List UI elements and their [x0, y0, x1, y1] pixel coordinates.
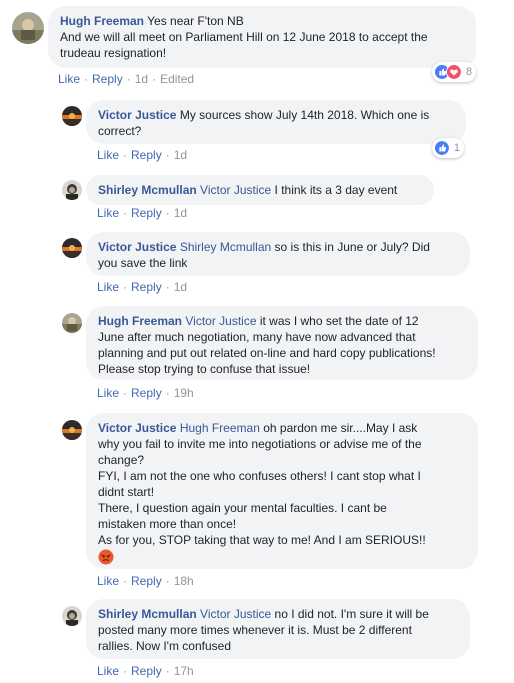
comment-text-line: change? — [98, 453, 145, 467]
edited-label[interactable]: Edited — [160, 72, 194, 86]
avatar-victor-justice[interactable] — [62, 420, 82, 440]
like-button[interactable]: Like — [97, 386, 119, 400]
reaction-summary[interactable]: 8 — [432, 62, 476, 82]
comment-author[interactable]: Victor Justice — [98, 108, 176, 122]
comment-author[interactable]: Victor Justice — [98, 421, 176, 435]
comment-author[interactable]: Shirley Mcmullan — [98, 607, 197, 621]
comment-actions: Like · Reply · 1d — [97, 280, 188, 294]
comment-text-line: Please stop trying to confuse that issue… — [98, 362, 311, 376]
like-button[interactable]: Like — [97, 206, 119, 220]
reply-button[interactable]: Reply — [92, 72, 123, 86]
like-button[interactable]: Like — [97, 148, 119, 162]
comment-actions: Like · Reply · 19h — [97, 386, 194, 400]
mention-link[interactable]: Victor Justice — [200, 183, 271, 197]
comment-author[interactable]: Victor Justice — [98, 240, 176, 254]
comment-bubble: Shirley Mcmullan Victor Justice I think … — [86, 175, 434, 205]
comment-timestamp[interactable]: 1d — [174, 280, 187, 294]
like-reaction-icon — [434, 140, 450, 156]
comment-text-line: mistaken more than once! — [98, 517, 237, 531]
reply-button[interactable]: Reply — [131, 386, 162, 400]
comment-timestamp[interactable]: 19h — [174, 386, 194, 400]
comment-bubble: Victor Justice Shirley Mcmullan so is th… — [86, 232, 470, 276]
comment-text-line: rallies. Now I'm confused — [98, 639, 232, 653]
comment-text-line: June after much negotiation, many have n… — [98, 330, 416, 344]
reaction-summary[interactable]: 1 — [432, 138, 464, 158]
comment-author[interactable]: Shirley Mcmullan — [98, 183, 197, 197]
comment-text-line: trudeau resignation! — [60, 46, 167, 60]
mention-link[interactable]: Hugh Freeman — [180, 421, 260, 435]
comment-bubble: Hugh Freeman Yes near F'ton NB And we wi… — [48, 6, 476, 68]
comment-text-line: no I did not. I'm sure it will be — [274, 607, 429, 621]
love-reaction-icon — [445, 64, 462, 80]
comment-timestamp[interactable]: 18h — [174, 574, 194, 588]
comment-actions: Like · Reply · 1d — [97, 206, 188, 220]
comment-timestamp[interactable]: 1d — [174, 206, 187, 220]
like-button[interactable]: Like — [58, 72, 80, 86]
comment-text-line: posted many more times whenever it is. M… — [98, 623, 412, 637]
comment-timestamp[interactable]: 1d — [135, 72, 148, 86]
comment-author[interactable]: Hugh Freeman — [98, 314, 182, 328]
comment-actions: Like · Reply · 18h — [97, 574, 194, 588]
comment-text-line: Yes near F'ton NB — [147, 14, 244, 28]
comment-timestamp[interactable]: 1d — [174, 148, 187, 162]
comment-text-line: There, I question again your mental facu… — [98, 501, 387, 515]
comment-text-line: My sources show July 14th 2018. Which on… — [179, 108, 430, 122]
angry-face-emoji — [98, 549, 114, 565]
reply-button[interactable]: Reply — [131, 206, 162, 220]
comment-text-line: it was I who set the date of 12 — [259, 314, 419, 328]
like-button[interactable]: Like — [97, 664, 119, 678]
avatar-shirley-mcmullan[interactable] — [62, 180, 82, 200]
comment-text-line: so is this in June or July? Did — [274, 240, 430, 254]
comment-actions: Like · Reply · 1d — [97, 148, 188, 162]
reaction-count: 1 — [453, 142, 460, 154]
comment-text-line: didnt start! — [98, 485, 155, 499]
mention-link[interactable]: Victor Justice — [185, 314, 256, 328]
like-button[interactable]: Like — [97, 574, 119, 588]
comment-bubble: Hugh Freeman Victor Justice it was I who… — [86, 306, 478, 380]
reply-button[interactable]: Reply — [131, 148, 162, 162]
comment-text-line: why you fail to invite me into negotiati… — [98, 437, 422, 451]
avatar-victor-justice[interactable] — [62, 106, 82, 126]
reaction-count: 8 — [465, 66, 472, 78]
avatar-hugh-freeman[interactable] — [12, 12, 44, 44]
like-button[interactable]: Like — [97, 280, 119, 294]
reply-button[interactable]: Reply — [131, 664, 162, 678]
reply-button[interactable]: Reply — [131, 280, 162, 294]
comment-bubble: Victor Justice Hugh Freeman oh pardon me… — [86, 413, 478, 569]
comment-text-line: FYI, I am not the one who confuses other… — [98, 469, 421, 483]
comment-text-line: oh pardon me sir....May I ask — [263, 421, 418, 435]
comment-actions: Like · Reply · 17h — [97, 664, 194, 678]
mention-link[interactable]: Shirley Mcmullan — [180, 240, 271, 254]
comment-text-line: I think its a 3 day event — [274, 183, 398, 197]
avatar-hugh-freeman[interactable] — [62, 313, 82, 333]
comment-text-line: you save the link — [98, 256, 188, 270]
comment-actions: Like · Reply · 1d · Edited — [58, 72, 195, 86]
avatar-shirley-mcmullan[interactable] — [62, 606, 82, 626]
comment-bubble: Victor Justice My sources show July 14th… — [86, 100, 466, 144]
comment-text-line: And we will all meet on Parliament Hill … — [60, 30, 428, 44]
comment-author[interactable]: Hugh Freeman — [60, 14, 144, 28]
comment-text-line: As for you, STOP taking that way to me! … — [98, 533, 426, 547]
comment-text-line: planning and put out related on-line and… — [98, 346, 436, 360]
comment-timestamp[interactable]: 17h — [174, 664, 194, 678]
mention-link[interactable]: Victor Justice — [200, 607, 271, 621]
reply-button[interactable]: Reply — [131, 574, 162, 588]
comment-bubble: Shirley Mcmullan Victor Justice no I did… — [86, 599, 470, 659]
avatar-victor-justice[interactable] — [62, 238, 82, 258]
comment-text-line: correct? — [98, 124, 142, 138]
